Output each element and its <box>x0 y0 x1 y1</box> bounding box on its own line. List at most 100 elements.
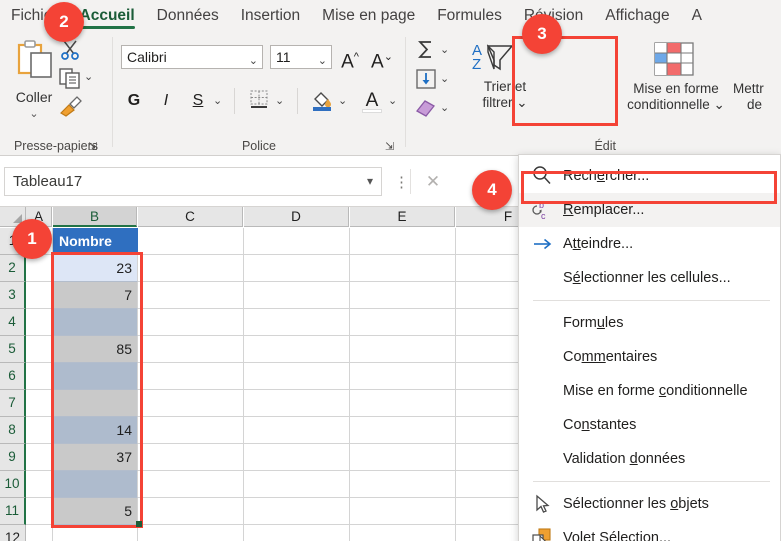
cell-d6[interactable] <box>244 363 350 390</box>
cell-c11[interactable] <box>138 498 244 525</box>
column-header-d[interactable]: D <box>244 207 349 227</box>
borders-dropdown-chevron-icon[interactable]: ⌄ <box>275 88 284 114</box>
cell-d9[interactable] <box>244 444 350 471</box>
sort-filter-label[interactable]: Trier et filtrer ⌄ <box>462 79 548 111</box>
font-color-dropdown-chevron-icon[interactable]: ⌄ <box>388 88 397 114</box>
cell-b8[interactable]: 14 <box>53 417 138 444</box>
font-size-combobox[interactable]: 11 ⌄ <box>270 45 332 69</box>
cell-b3[interactable]: 7 <box>53 282 138 309</box>
cell-c5[interactable] <box>138 336 244 363</box>
cell-b2[interactable]: 23 <box>53 255 138 282</box>
cell-a7[interactable] <box>26 390 53 417</box>
menu-item-select-objects[interactable]: Sélectionner les objets <box>519 487 780 521</box>
autosum-dropdown-chevron-icon[interactable]: ⌄ <box>440 37 449 63</box>
cell-a10[interactable] <box>26 471 53 498</box>
row-header-6[interactable]: 6 <box>0 363 26 390</box>
row-header-3[interactable]: 3 <box>0 282 26 309</box>
menu-item-replace[interactable]: b c Remplacer... <box>519 193 780 227</box>
cell-a9[interactable] <box>26 444 53 471</box>
cell-e2[interactable] <box>350 255 456 282</box>
cell-e6[interactable] <box>350 363 456 390</box>
column-header-c[interactable]: C <box>138 207 243 227</box>
cell-e3[interactable] <box>350 282 456 309</box>
column-header-b[interactable]: B <box>53 207 137 227</box>
name-box[interactable]: Tableau17 ▾ <box>4 167 382 196</box>
cell-d4[interactable] <box>244 309 350 336</box>
menu-item-formulas[interactable]: Formules <box>519 306 780 340</box>
format-as-table-label[interactable]: Mettr de <box>733 81 781 113</box>
cell-d3[interactable] <box>244 282 350 309</box>
row-header-8[interactable]: 8 <box>0 417 26 444</box>
cell-c6[interactable] <box>138 363 244 390</box>
increase-font-size-button[interactable]: A^ <box>337 44 363 72</box>
cell-c7[interactable] <box>138 390 244 417</box>
clear-button[interactable] <box>414 97 438 119</box>
cell-a5[interactable] <box>26 336 53 363</box>
tab-formules[interactable]: Formules <box>426 0 513 31</box>
cell-c9[interactable] <box>138 444 244 471</box>
fill-color-dropdown-chevron-icon[interactable]: ⌄ <box>338 88 347 114</box>
clear-dropdown-chevron-icon[interactable]: ⌄ <box>440 95 449 121</box>
font-dialog-launcher-icon[interactable]: ⇲ <box>385 140 394 153</box>
cell-c3[interactable] <box>138 282 244 309</box>
cell-e11[interactable] <box>350 498 456 525</box>
cell-c1[interactable] <box>138 228 244 255</box>
cell-c4[interactable] <box>138 309 244 336</box>
cell-e5[interactable] <box>350 336 456 363</box>
cell-d12[interactable] <box>244 525 350 541</box>
chevron-down-icon[interactable]: ▾ <box>367 168 373 195</box>
cell-a11[interactable] <box>26 498 53 525</box>
row-header-9[interactable]: 9 <box>0 444 26 471</box>
cell-a8[interactable] <box>26 417 53 444</box>
cell-c2[interactable] <box>138 255 244 282</box>
cell-d8[interactable] <box>244 417 350 444</box>
menu-item-constants[interactable]: Constantes <box>519 408 780 442</box>
row-header-10[interactable]: 10 <box>0 471 26 498</box>
fill-button[interactable] <box>414 68 438 90</box>
menu-item-data-validation[interactable]: Validation données <box>519 442 780 476</box>
cell-c10[interactable] <box>138 471 244 498</box>
row-header-4[interactable]: 4 <box>0 309 26 336</box>
cell-e7[interactable] <box>350 390 456 417</box>
cell-d2[interactable] <box>244 255 350 282</box>
cell-c8[interactable] <box>138 417 244 444</box>
cell-e9[interactable] <box>350 444 456 471</box>
chevron-down-icon[interactable]: ⌄ <box>6 107 62 120</box>
column-header-e[interactable]: E <box>350 207 455 227</box>
copy-button[interactable] <box>58 67 84 91</box>
row-header-5[interactable]: 5 <box>0 336 26 363</box>
cell-d10[interactable] <box>244 471 350 498</box>
cell-b10[interactable] <box>53 471 138 498</box>
row-header-7[interactable]: 7 <box>0 390 26 417</box>
chevron-down-icon[interactable]: ⌄ <box>249 50 258 72</box>
italic-button[interactable]: I <box>155 88 177 114</box>
autosum-button[interactable] <box>414 39 438 61</box>
fill-handle[interactable] <box>136 521 142 527</box>
menu-item-comments[interactable]: Commentaires <box>519 340 780 374</box>
cell-b6[interactable] <box>53 363 138 390</box>
cell-b12[interactable] <box>53 525 138 541</box>
cell-d1[interactable] <box>244 228 350 255</box>
cell-b5[interactable]: 85 <box>53 336 138 363</box>
formula-bar-options-icon[interactable]: ⋮ <box>394 173 409 191</box>
fill-color-button[interactable] <box>309 88 335 114</box>
conditional-formatting-label[interactable]: Mise en forme conditionnelle ⌄ <box>621 81 731 113</box>
cell-c12[interactable] <box>138 525 244 541</box>
cell-d5[interactable] <box>244 336 350 363</box>
tab-mise-en-page[interactable]: Mise en page <box>311 0 426 31</box>
row-header-12[interactable]: 12 <box>0 525 26 541</box>
cancel-formula-button[interactable]: ✕ <box>418 167 448 196</box>
cell-b1-table-header[interactable]: Nombre <box>53 228 138 255</box>
underline-dropdown-chevron-icon[interactable]: ⌄ <box>213 88 222 114</box>
cell-e1[interactable] <box>350 228 456 255</box>
cell-a4[interactable] <box>26 309 53 336</box>
cell-d11[interactable] <box>244 498 350 525</box>
cell-e10[interactable] <box>350 471 456 498</box>
cell-a3[interactable] <box>26 282 53 309</box>
menu-item-goto[interactable]: Atteindre... <box>519 227 780 261</box>
bold-button[interactable]: G <box>123 88 145 114</box>
cell-e12[interactable] <box>350 525 456 541</box>
cell-e8[interactable] <box>350 417 456 444</box>
font-name-combobox[interactable]: Calibri ⌄ <box>121 45 263 69</box>
conditional-formatting-button[interactable] <box>653 41 695 82</box>
